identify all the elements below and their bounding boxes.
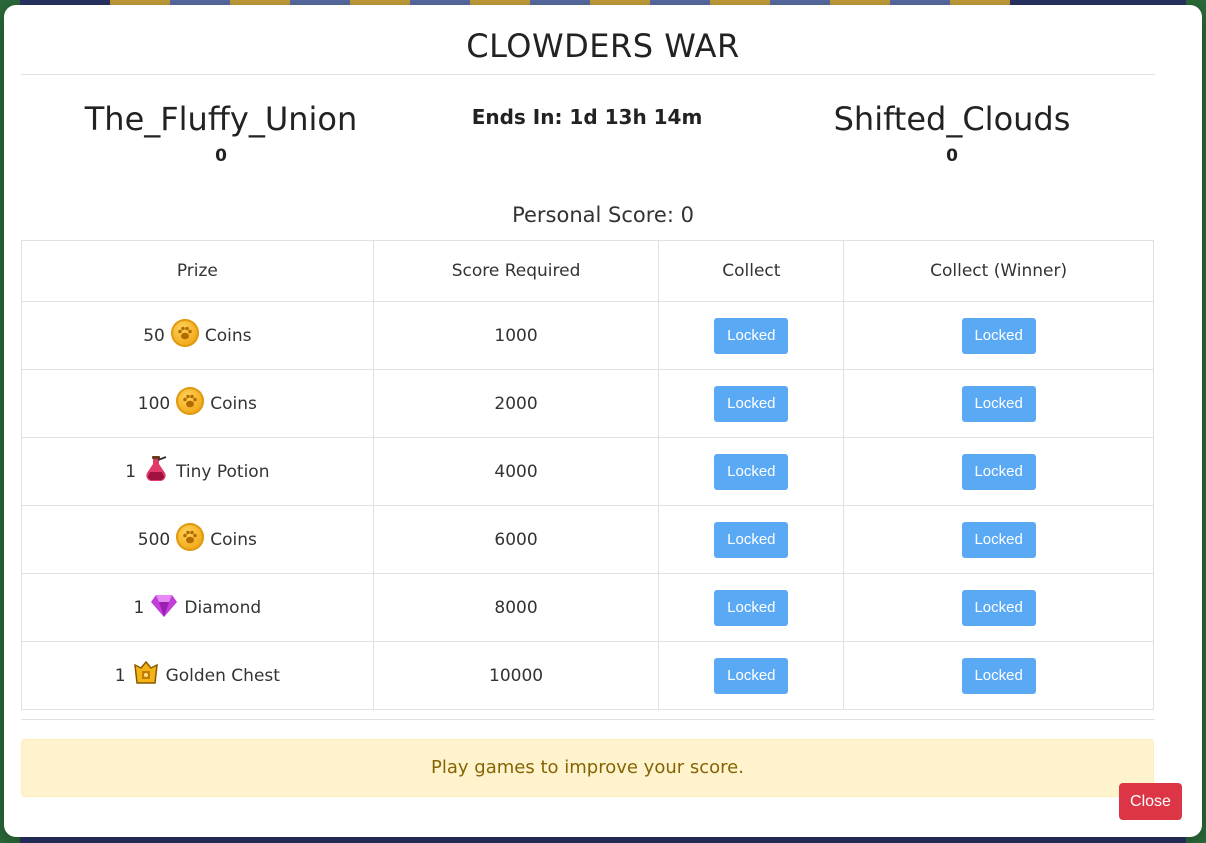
- team-right: Shifted_Clouds 0: [752, 100, 1152, 166]
- table-row: 100 Coins 2000 Locked Locked: [21, 369, 1154, 438]
- collect-cell: Locked: [658, 573, 845, 642]
- collect-cell: Locked: [658, 641, 845, 710]
- score-required: 8000: [372, 573, 660, 642]
- collect-winner-locked-button[interactable]: Locked: [961, 317, 1036, 354]
- collect-winner-locked-button[interactable]: Locked: [961, 589, 1036, 626]
- prize-quantity: 50: [143, 325, 165, 346]
- info-alert: Play games to improve your score.: [21, 739, 1154, 797]
- score-required: 6000: [372, 505, 660, 574]
- collect-winner-cell: Locked: [843, 573, 1154, 642]
- collect-winner-cell: Locked: [843, 369, 1154, 438]
- team-right-name: Shifted_Clouds: [833, 100, 1071, 138]
- prize-table: Prize Score Required Collect Collect (Wi…: [21, 240, 1154, 710]
- collect-locked-button[interactable]: Locked: [714, 589, 789, 626]
- column-header-score-required: Score Required: [372, 240, 660, 302]
- collect-winner-locked-button[interactable]: Locked: [961, 453, 1036, 490]
- collect-cell: Locked: [658, 505, 845, 574]
- prize-cell: 50 Coins: [21, 301, 374, 370]
- team-left-name: The_Fluffy_Union: [84, 100, 358, 138]
- table-row: 1 Tiny Potion 4000 Locked Locked: [21, 437, 1154, 506]
- prize-cell: 1 Diamond: [21, 573, 374, 642]
- diamond-icon: [150, 591, 178, 624]
- prize-cell: 1 Golden Chest: [21, 641, 374, 710]
- team-left: The_Fluffy_Union 0: [21, 100, 421, 166]
- table-row: 50 Coins 1000 Locked Locked: [21, 301, 1154, 370]
- paw-coin-icon: [170, 319, 199, 352]
- prize-quantity: 1: [114, 665, 126, 686]
- collect-winner-cell: Locked: [843, 437, 1154, 506]
- collect-cell: Locked: [658, 437, 845, 506]
- collect-locked-button[interactable]: Locked: [714, 521, 789, 558]
- collect-winner-locked-button[interactable]: Locked: [961, 657, 1036, 694]
- collect-winner-cell: Locked: [843, 301, 1154, 370]
- column-header-prize: Prize: [21, 240, 374, 302]
- prize-cell: 100 Coins: [21, 369, 374, 438]
- collect-locked-button[interactable]: Locked: [714, 657, 789, 694]
- table-header-row: Prize Score Required Collect Collect (Wi…: [21, 240, 1154, 302]
- column-header-collect-winner: Collect (Winner): [843, 240, 1154, 302]
- golden-chest-icon: [132, 659, 160, 692]
- team-left-score: 0: [215, 146, 227, 166]
- collect-winner-cell: Locked: [843, 641, 1154, 710]
- column-header-collect: Collect: [658, 240, 845, 302]
- prize-item-name: Coins: [204, 325, 252, 346]
- potion-icon: [142, 455, 170, 488]
- table-row: 1 Diamond 8000 Locked Locked: [21, 573, 1154, 642]
- collect-locked-button[interactable]: Locked: [714, 453, 789, 490]
- prize-item-name: Diamond: [184, 597, 262, 618]
- collect-cell: Locked: [658, 369, 845, 438]
- prize-item-name: Golden Chest: [165, 665, 280, 686]
- prize-quantity: 100: [137, 393, 171, 414]
- prize-item-name: Tiny Potion: [176, 461, 270, 482]
- table-row: 500 Coins 6000 Locked Locked: [21, 505, 1154, 574]
- prize-cell: 500 Coins: [21, 505, 374, 574]
- table-row: 1 Golden Chest 10000 Locked Locked: [21, 641, 1154, 710]
- prize-quantity: 500: [137, 529, 171, 550]
- war-modal: CLOWDERS WAR The_Fluffy_Union 0 Ends In:…: [4, 5, 1202, 837]
- collect-winner-cell: Locked: [843, 505, 1154, 574]
- divider: [21, 719, 1155, 720]
- prize-quantity: 1: [125, 461, 137, 482]
- score-required: 1000: [372, 301, 660, 370]
- score-required: 4000: [372, 437, 660, 506]
- personal-score: Personal Score: 0: [512, 203, 694, 227]
- prize-quantity: 1: [133, 597, 145, 618]
- prize-cell: 1 Tiny Potion: [21, 437, 374, 506]
- close-button[interactable]: Close: [1119, 783, 1182, 820]
- collect-winner-locked-button[interactable]: Locked: [961, 385, 1036, 422]
- collect-cell: Locked: [658, 301, 845, 370]
- score-required: 10000: [372, 641, 660, 710]
- prize-item-name: Coins: [210, 393, 257, 414]
- team-right-score: 0: [946, 146, 958, 166]
- collect-locked-button[interactable]: Locked: [714, 317, 789, 354]
- war-countdown: Ends In: 1d 13h 14m: [471, 105, 703, 129]
- paw-coin-icon: [176, 523, 205, 556]
- divider: [21, 74, 1155, 75]
- paw-coin-icon: [176, 387, 205, 420]
- prize-item-name: Coins: [210, 529, 257, 550]
- score-required: 2000: [372, 369, 660, 438]
- collect-locked-button[interactable]: Locked: [714, 385, 789, 422]
- modal-title: CLOWDERS WAR: [466, 27, 740, 65]
- collect-winner-locked-button[interactable]: Locked: [961, 521, 1036, 558]
